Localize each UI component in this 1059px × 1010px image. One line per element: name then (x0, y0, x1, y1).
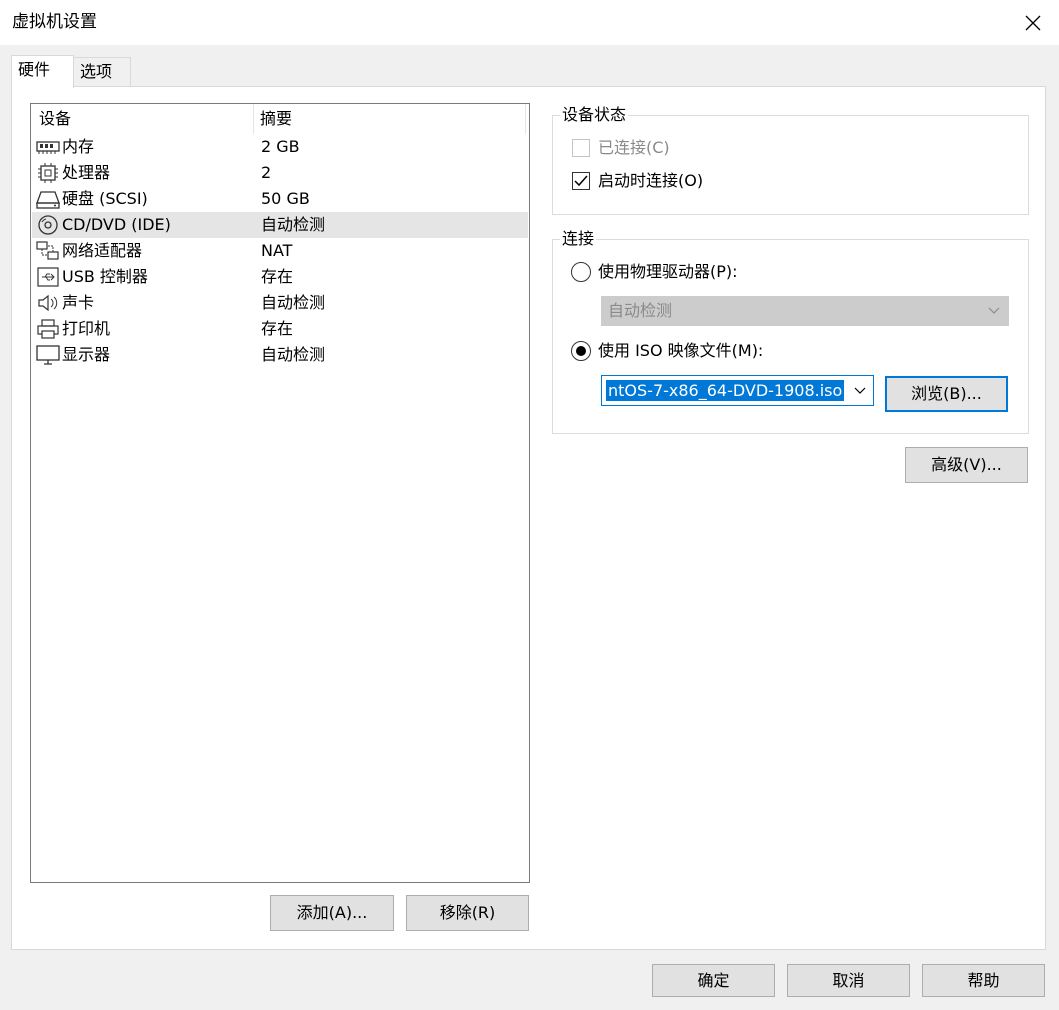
device-name: 显示器 (62, 345, 111, 364)
connect-at-power-on-checkbox[interactable] (572, 172, 590, 190)
device-name: 网络适配器 (62, 241, 143, 260)
remove-button[interactable]: 移除(R) (406, 895, 529, 931)
device-row-memory[interactable]: 内存 2 GB (32, 134, 528, 160)
close-button[interactable] (1014, 6, 1052, 40)
close-icon (1025, 15, 1041, 31)
device-row-usb-controller[interactable]: USB 控制器 存在 (32, 264, 528, 290)
device-name: 打印机 (62, 319, 111, 338)
physical-drive-select-value: 自动检测 (608, 301, 673, 320)
device-summary: 50 GB (261, 189, 310, 208)
network-adapter-icon (36, 241, 59, 260)
device-row-cd-dvd[interactable]: CD/DVD (IDE) 自动检测 (32, 212, 528, 238)
sound-card-icon (38, 294, 58, 312)
connection-legend: 连接 (560, 229, 597, 249)
device-name: 处理器 (62, 163, 111, 182)
device-name: CD/DVD (IDE) (62, 215, 171, 234)
device-summary: 存在 (261, 319, 294, 338)
add-button[interactable]: 添加(A)... (270, 895, 394, 931)
advanced-button[interactable]: 高级(V)... (905, 447, 1028, 483)
device-row-processor[interactable]: 处理器 2 (32, 160, 528, 186)
connect-at-power-on-label[interactable]: 启动时连接(O) (598, 170, 703, 192)
tab-hardware[interactable]: 硬件 (11, 55, 74, 88)
device-summary: 自动检测 (261, 215, 326, 234)
physical-drive-select[interactable]: 自动检测 (601, 296, 1009, 326)
iso-path-value[interactable]: ntOS-7-x86_64-DVD-1908.iso (606, 380, 845, 401)
cancel-button[interactable]: 取消 (787, 964, 910, 997)
device-name: 内存 (62, 137, 95, 156)
connected-label[interactable]: 已连接(C) (598, 137, 670, 159)
device-row-sound-card[interactable]: 声卡 自动检测 (32, 290, 528, 316)
checkmark-icon (574, 175, 588, 187)
iso-image-radio[interactable] (571, 341, 591, 361)
column-divider (525, 104, 526, 134)
tab-options[interactable]: 选项 (73, 57, 131, 87)
device-list[interactable]: 设备 摘要 内存 2 GB 处理器 2 硬盘 (SCSI) 50 GB CD/D… (30, 103, 530, 883)
column-divider[interactable] (253, 104, 254, 134)
device-summary: 自动检测 (261, 345, 326, 364)
device-row-hard-disk[interactable]: 硬盘 (SCSI) 50 GB (32, 186, 528, 212)
column-header-device[interactable]: 设备 (39, 104, 71, 134)
iso-path-combobox[interactable]: ntOS-7-x86_64-DVD-1908.iso (601, 375, 874, 406)
cd-dvd-icon (38, 215, 58, 235)
help-button[interactable]: 帮助 (922, 964, 1045, 997)
device-summary: 自动检测 (261, 293, 326, 312)
device-status-legend: 设备状态 (560, 105, 629, 125)
hard-disk-icon (36, 191, 60, 209)
device-row-printer[interactable]: 打印机 存在 (32, 316, 528, 342)
iso-image-label[interactable]: 使用 ISO 映像文件(M): (598, 340, 763, 362)
ok-button[interactable]: 确定 (652, 964, 775, 997)
device-summary: 2 GB (261, 137, 300, 156)
title-bar: 虚拟机设置 (0, 0, 1059, 45)
device-row-display[interactable]: 显示器 自动检测 (32, 342, 528, 368)
chevron-down-icon (988, 307, 1000, 314)
display-icon (36, 345, 60, 365)
processor-icon (38, 163, 58, 183)
window-title: 虚拟机设置 (12, 12, 97, 32)
device-name: 硬盘 (SCSI) (62, 189, 148, 208)
chevron-down-icon[interactable] (854, 387, 866, 395)
connected-checkbox[interactable] (572, 139, 590, 157)
device-summary: 存在 (261, 267, 294, 286)
usb-icon (37, 267, 59, 287)
device-summary: 2 (261, 163, 272, 182)
device-name: 声卡 (62, 293, 95, 312)
column-header-summary[interactable]: 摘要 (260, 104, 292, 134)
physical-drive-label[interactable]: 使用物理驱动器(P): (598, 261, 738, 283)
device-summary: NAT (261, 241, 293, 260)
device-status-group (552, 115, 1029, 215)
device-name: USB 控制器 (62, 267, 148, 286)
browse-button[interactable]: 浏览(B)... (885, 376, 1008, 412)
device-row-network-adapter[interactable]: 网络适配器 NAT (32, 238, 528, 264)
printer-icon (37, 319, 59, 339)
physical-drive-radio[interactable] (571, 262, 591, 282)
memory-icon (36, 141, 60, 154)
